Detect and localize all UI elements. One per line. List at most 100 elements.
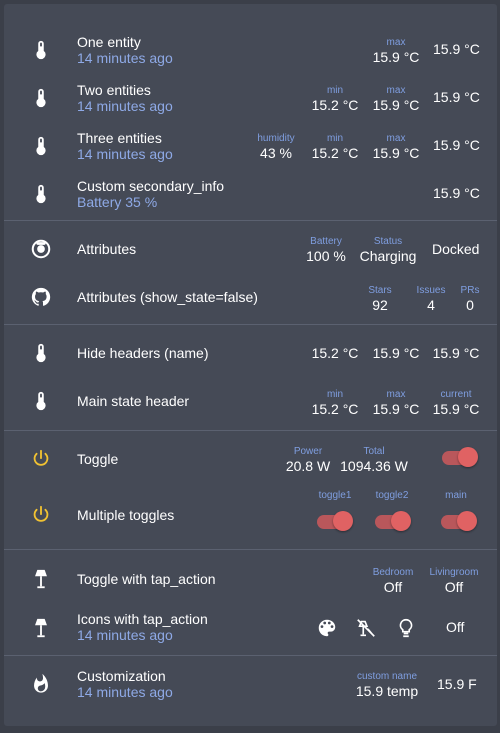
column-value: 4	[427, 297, 435, 313]
entity-state: Docked	[432, 241, 480, 257]
column-label: current	[440, 389, 472, 400]
column-value: 15.9 °C	[432, 345, 480, 361]
toggle2-switch[interactable]	[375, 511, 411, 531]
column-label: Power	[293, 446, 323, 457]
column-label: max	[386, 37, 406, 48]
attribute-bedroom[interactable]: Bedroom Off	[358, 567, 428, 595]
section-divider	[4, 220, 497, 221]
entity-name: Toggle with tap_action	[77, 571, 216, 587]
row-one-entity[interactable]: One entity 14 minutes ago max 15.9 °C 15.…	[4, 4, 497, 66]
attribute-value[interactable]: 15.2 °C	[300, 345, 370, 361]
entity-state: 15.9 °C	[433, 137, 480, 153]
column-label: min	[326, 133, 344, 144]
attribute-prs[interactable]: PRs 0	[450, 285, 490, 313]
column-label: Livingroom	[429, 567, 479, 578]
entity-state: 15.9 F	[437, 676, 477, 692]
attribute-stars[interactable]: Stars 92	[355, 285, 405, 313]
column-value: 15.9 °C	[432, 401, 480, 417]
attribute-power[interactable]: Power 20.8 W	[273, 446, 343, 474]
attribute-battery[interactable]: Battery 100 %	[291, 236, 361, 264]
entity-state: 15.9 °C	[433, 41, 480, 57]
entity-name: Icons with tap_action	[77, 611, 208, 627]
entity-state: 15.9 °C	[433, 185, 480, 201]
section-divider	[4, 430, 497, 431]
column-value: 15.2 °C	[311, 145, 359, 161]
column-value: 15.9 °C	[372, 97, 420, 113]
attribute-status[interactable]: Status Charging	[353, 236, 423, 264]
entity-state: 15.9 °C	[433, 89, 480, 105]
robot-vacuum-icon	[31, 239, 51, 259]
entity-name: Custom secondary_info	[77, 178, 225, 194]
entity-name: Two entities	[77, 82, 151, 98]
column-value: 15.9 °C	[372, 49, 420, 65]
entity-name: Attributes (show_state=false)	[77, 289, 258, 305]
column-value: 1094.36 W	[340, 458, 408, 474]
column-label: Stars	[368, 285, 392, 296]
toggle1-switch[interactable]	[317, 511, 353, 531]
attribute-max[interactable]: max 15.9 °C	[361, 85, 431, 113]
main-switch[interactable]	[441, 511, 477, 531]
column-label: PRs	[460, 285, 480, 296]
column-label: Bedroom	[372, 567, 414, 578]
toggle-knob	[333, 511, 353, 531]
secondary-info: 14 minutes ago	[77, 627, 173, 643]
column-value: 20.8 W	[285, 458, 331, 474]
attribute-total[interactable]: Total 1094.36 W	[339, 446, 409, 474]
toggle-knob	[457, 511, 477, 531]
column-label: min	[326, 85, 344, 96]
toggle-knob	[458, 447, 478, 467]
column-label: Battery	[310, 236, 342, 247]
section-divider	[4, 549, 497, 550]
toggle-knob	[391, 511, 411, 531]
attribute-max[interactable]: max 15.9 °C	[361, 37, 431, 65]
floor-lamp-icon	[35, 569, 47, 589]
entity-name: Three entities	[77, 130, 162, 146]
attribute-max[interactable]: max 15.9 °C	[361, 133, 431, 161]
lamp-off-icon[interactable]	[355, 617, 377, 639]
secondary-info: 14 minutes ago	[77, 50, 173, 66]
attribute-livingroom[interactable]: Livingroom Off	[419, 567, 489, 595]
entity-name: One entity	[77, 34, 141, 50]
column-value: Off	[444, 579, 464, 595]
github-icon	[31, 287, 51, 306]
power-icon	[33, 449, 49, 466]
attribute-value[interactable]: 15.9 °C	[421, 345, 491, 361]
attribute-custom-name[interactable]: custom name 15.9 temp	[352, 671, 422, 699]
toggle-switch[interactable]	[442, 447, 478, 467]
column-value: 15.2 °C	[311, 401, 359, 417]
entity-name: Attributes	[77, 241, 137, 257]
column-label: max	[386, 133, 406, 144]
attribute-current[interactable]: current 15.9 °C	[421, 389, 491, 417]
thermometer-icon	[36, 343, 46, 363]
column-label: Total	[363, 446, 385, 457]
attribute-min[interactable]: min 15.2 °C	[300, 85, 370, 113]
secondary-info: 14 minutes ago	[77, 146, 173, 162]
column-label: min	[326, 389, 344, 400]
column-value: 100 %	[306, 248, 346, 264]
column-value: 15.2 °C	[311, 345, 359, 361]
palette-icon[interactable]	[316, 617, 338, 639]
column-label: custom name	[356, 671, 418, 682]
column-label: Issues	[416, 285, 446, 296]
entity-state: Off	[446, 619, 465, 635]
secondary-info: Battery 35 %	[77, 194, 158, 210]
attribute-min[interactable]: min 15.2 °C	[300, 389, 370, 417]
power-icon	[33, 505, 49, 522]
column-value: 92	[372, 297, 388, 313]
floor-lamp-icon	[35, 618, 47, 638]
column-value: 15.9 temp	[355, 683, 419, 699]
attribute-issues[interactable]: Issues 4	[406, 285, 456, 313]
thermometer-icon	[36, 136, 46, 156]
entity-name: Main state header	[77, 393, 190, 409]
lightbulb-outline-icon[interactable]	[395, 617, 417, 639]
column-label: main	[445, 490, 467, 501]
column-label: max	[386, 85, 406, 96]
column-value: Off	[383, 579, 403, 595]
section-divider	[4, 324, 497, 325]
entity-name: Toggle	[77, 451, 119, 467]
secondary-info: 14 minutes ago	[77, 98, 173, 114]
attribute-min[interactable]: min 15.2 °C	[300, 133, 370, 161]
thermometer-icon	[36, 40, 46, 60]
column-value: 0	[466, 297, 474, 313]
column-value: 15.9 °C	[372, 145, 420, 161]
